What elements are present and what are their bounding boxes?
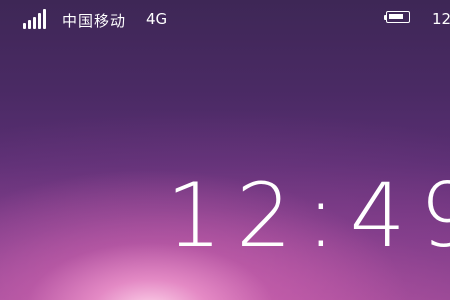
battery-body xyxy=(386,11,410,23)
status-bar: 中国移动 4G 12 xyxy=(0,0,450,36)
carrier-name: 中国移动 xyxy=(62,12,127,30)
lock-screen-wallpaper: 中国移动 4G 12 12:49 xyxy=(0,0,450,300)
battery-icon xyxy=(384,11,414,25)
signal-strength-icon xyxy=(23,9,47,29)
battery-fill xyxy=(389,14,403,19)
network-type: 4G xyxy=(146,10,168,28)
lock-screen-clock: 12:49 xyxy=(166,164,450,267)
status-bar-time: 12 xyxy=(432,10,450,28)
